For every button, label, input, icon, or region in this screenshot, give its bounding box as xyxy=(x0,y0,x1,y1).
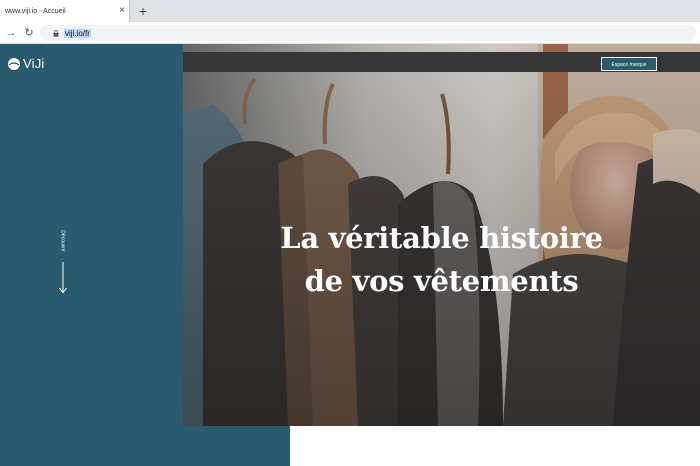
new-tab-icon[interactable]: + xyxy=(135,2,151,20)
lock-icon xyxy=(50,29,62,37)
brand-space-button[interactable]: Espace marque xyxy=(601,57,657,71)
arrow-down-icon[interactable] xyxy=(58,262,68,294)
discover-link[interactable]: Découvrir xyxy=(56,226,70,256)
logo-text: ViJi xyxy=(23,56,45,71)
url-text: viji.io/fr xyxy=(64,28,91,38)
hero-title-line-1: La véritable histoire xyxy=(280,221,603,255)
browser-toolbar: → ↻ viji.io/fr xyxy=(0,22,700,44)
hero-title: La véritable histoire de vos vêtements xyxy=(183,217,700,303)
browser-tab[interactable]: www.viji.io - Accueil × xyxy=(0,0,130,22)
browser-tab-bar: www.viji.io - Accueil × + xyxy=(0,0,700,22)
tab-title: www.viji.io - Accueil xyxy=(5,7,66,15)
address-bar[interactable]: viji.io/fr xyxy=(40,25,696,41)
viji-logo[interactable]: ViJi xyxy=(7,56,45,71)
hero-image: La véritable histoire de vos vêtements E… xyxy=(183,44,700,426)
discover-label: Découvrir xyxy=(60,230,66,252)
close-tab-icon[interactable]: × xyxy=(115,0,129,22)
forward-arrow-icon[interactable]: → xyxy=(4,25,18,41)
hero-title-line-2: de vos vêtements xyxy=(304,264,579,298)
logo-mark-icon xyxy=(8,57,20,70)
reload-icon[interactable]: ↻ xyxy=(22,25,36,41)
